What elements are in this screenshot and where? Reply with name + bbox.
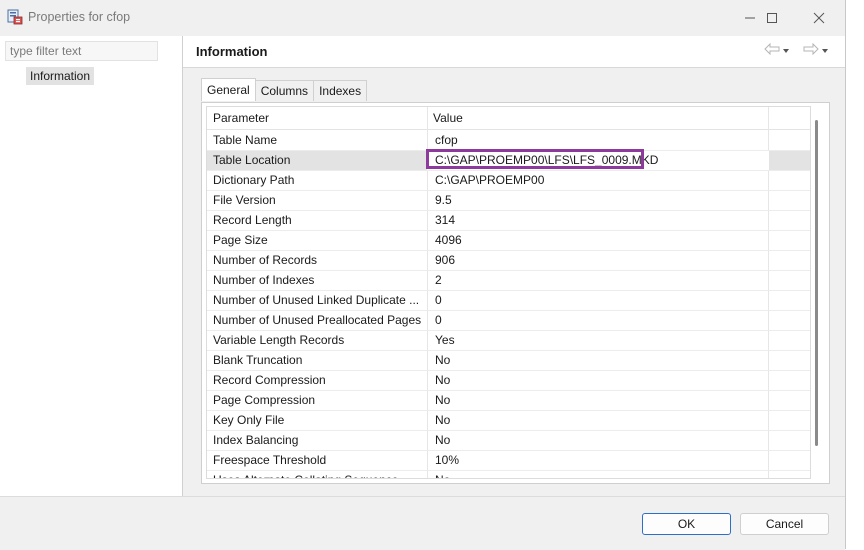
horizontal-scrollbar[interactable] [211, 470, 771, 476]
properties-table: Parameter Value Table Name cfop Table Loca… [206, 106, 811, 479]
table-row[interactable]: Number of Unused Preallocated Pages 0 [207, 311, 810, 331]
table-body: Table Name cfop Table Location C:\GAP\PROEM… [207, 131, 810, 478]
navigation-pane: Information [0, 36, 183, 496]
table-row[interactable]: Page Compression No [207, 391, 810, 411]
parameter-cell: Record Length [213, 213, 292, 227]
table-row[interactable]: Number of Indexes 2 [207, 271, 810, 291]
value-cell: cfop [435, 133, 458, 147]
value-cell: No [435, 433, 451, 447]
parameter-cell: Page Compression [213, 393, 316, 407]
parameter-cell: Record Compression [213, 373, 326, 387]
table-row[interactable]: Number of Records 906 [207, 251, 810, 271]
arrow-left-icon[interactable] [764, 42, 780, 58]
table-row[interactable]: Record Length 314 [207, 211, 810, 231]
table-row[interactable]: Number of Unused Linked Duplicate ... 0 [207, 291, 810, 311]
table-row[interactable]: Table Location C:\GAP\PROEMP00\LFS\LFS_00… [207, 149, 810, 171]
table-row[interactable]: Table Name cfop [207, 131, 810, 151]
table-row[interactable]: Freespace Threshold 10% [207, 451, 810, 471]
table-row[interactable]: Dictionary Path C:\GAP\PROEMP00 [207, 171, 810, 191]
parameter-cell: Key Only File [213, 413, 285, 427]
value-cell: 9.5 [435, 193, 452, 207]
scrollbar-thumb[interactable] [815, 120, 818, 446]
window-title: Properties for cfop [28, 10, 131, 24]
table-row[interactable]: Record Compression No [207, 371, 810, 391]
parameter-cell: Blank Truncation [213, 353, 303, 367]
value-cell: Yes [435, 333, 455, 347]
column-header-value[interactable]: Value [433, 111, 463, 125]
value-cell: No [435, 393, 451, 407]
back-nav[interactable] [764, 42, 790, 58]
table-row[interactable]: Index Balancing No [207, 431, 810, 451]
parameter-cell: Number of Records [213, 253, 318, 267]
page-header: Information [183, 36, 845, 68]
value-cell: No [435, 373, 451, 387]
table-row[interactable]: Blank Truncation No [207, 351, 810, 371]
parameter-cell: Variable Length Records [213, 333, 345, 347]
value-cell: 314 [435, 213, 456, 227]
ok-button[interactable]: OK [642, 513, 731, 535]
tree-item-information[interactable]: Information [26, 67, 95, 85]
value-cell: 2 [435, 273, 442, 287]
chevron-down-icon[interactable] [821, 44, 829, 58]
parameter-cell: Dictionary Path [213, 173, 295, 187]
chevron-down-icon[interactable] [782, 44, 790, 58]
table-header-row: Parameter Value [207, 107, 810, 130]
vertical-scrollbar[interactable] [811, 106, 823, 477]
value-cell: 4096 [435, 233, 462, 247]
filter-input[interactable] [5, 41, 158, 61]
parameter-cell: Table Name [213, 133, 278, 147]
table-row[interactable]: Page Size 4096 [207, 231, 810, 251]
tab-general[interactable]: General [201, 78, 256, 101]
forward-nav[interactable] [803, 42, 829, 58]
parameter-cell: Number of Indexes [213, 273, 315, 287]
title-bar: Properties for cfop [0, 0, 845, 36]
maximize-icon[interactable] [750, 4, 794, 32]
general-tab-panel: Parameter Value Table Name cfop Table Loca… [201, 102, 830, 484]
parameter-cell: Table Location [213, 153, 291, 167]
value-cell: C:\GAP\PROEMP00 [435, 173, 545, 187]
arrow-right-icon[interactable] [803, 42, 819, 58]
tab-indexes[interactable]: Indexes [313, 80, 368, 101]
parameter-cell: Number of Unused Linked Duplicate ... [213, 293, 420, 307]
value-cell: No [435, 353, 451, 367]
close-icon[interactable] [797, 4, 841, 32]
properties-dialog: Properties for cfop Information Informat… [0, 0, 846, 550]
value-cell: 10% [435, 453, 460, 467]
value-cell: 0 [435, 293, 442, 307]
value-cell: 906 [435, 253, 456, 267]
parameter-cell: Number of Unused Preallocated Pages [213, 313, 422, 327]
table-row[interactable]: File Version 9.5 [207, 191, 810, 211]
properties-icon [7, 9, 23, 25]
value-cell: No [435, 413, 451, 427]
table-row[interactable]: Key Only File No [207, 411, 810, 431]
value-cell: 0 [435, 313, 442, 327]
parameter-cell: Freespace Threshold [213, 453, 327, 467]
parameter-cell: File Version [213, 193, 276, 207]
button-bar: OK Cancel [0, 496, 845, 550]
column-header-parameter[interactable]: Parameter [213, 111, 269, 125]
table-row[interactable]: Variable Length Records Yes [207, 331, 810, 351]
value-cell: C:\GAP\PROEMP00\LFS\LFS_0009.MKD [435, 153, 659, 167]
cancel-button[interactable]: Cancel [740, 513, 829, 535]
parameter-cell: Page Size [213, 233, 268, 247]
parameter-cell: Index Balancing [213, 433, 299, 447]
page-title: Information [196, 44, 268, 59]
tab-columns[interactable]: Columns [254, 80, 315, 101]
tab-bar: General Columns Indexes [201, 78, 368, 102]
content-pane: Information General Columns Indexes Para… [183, 36, 845, 496]
